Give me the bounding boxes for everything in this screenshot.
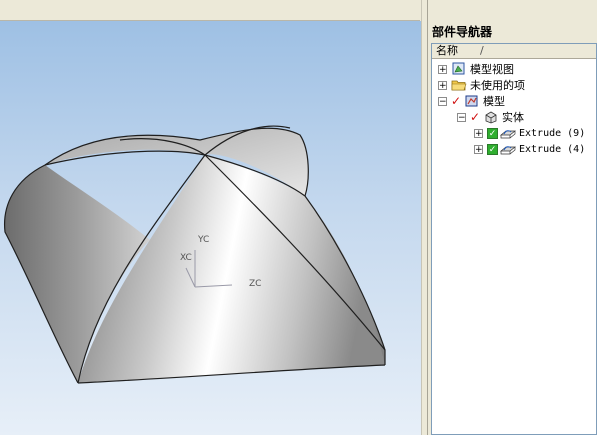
tree-item-unused-items[interactable]: + 未使用的项 [438,77,525,93]
tree-item-label: Extrude (4) [519,143,586,155]
tree-item-body[interactable]: − ✓ 实体 [457,109,524,125]
body-icon [485,111,497,124]
model-icon [465,95,478,107]
expand-icon[interactable]: + [474,144,483,154]
tree-item-model-views[interactable]: + 模型视图 [438,61,514,77]
column-name-label: 名称 [436,44,458,57]
viewport-toolbar-strip [0,0,420,21]
expand-icon[interactable]: + [438,80,447,90]
model-render: YC XC ZC [3,125,386,384]
panel-splitter[interactable] [421,0,428,435]
yc-axis-label: YC [197,235,209,245]
expand-icon[interactable]: + [474,128,483,138]
expand-icon[interactable]: + [438,64,447,74]
tree-item-label: 未使用的项 [470,79,525,92]
sort-indicator: / [480,44,484,57]
folder-icon [451,80,467,91]
tree-item-label: 模型 [483,95,505,108]
collapse-icon[interactable]: − [457,112,466,122]
checkbox-checked-icon[interactable]: ✓ [487,143,498,155]
tree-item-label: 实体 [502,111,524,124]
tree-item-extrude-9[interactable]: + ✓ Extrude (9) [474,125,585,141]
graphics-viewport[interactable]: YC XC ZC [0,21,421,435]
tree-item-label: 模型视图 [470,63,514,76]
collapse-icon[interactable]: − [438,96,447,106]
tree-item-label: Extrude (9) [519,127,586,139]
checkmark-red-icon[interactable]: ✓ [451,95,462,107]
panel-title: 部件导航器 [432,25,493,39]
model-views-icon [452,62,465,75]
column-header-name[interactable]: 名称 / [432,44,596,59]
extrude-icon [500,146,516,155]
navigator-tree[interactable]: 名称 / + 模型视图 + 未使用的项 − ✓ 模型 − ✓ 实体 + ✓ Ex… [431,43,597,435]
checkmark-red-icon[interactable]: ✓ [470,111,481,123]
part-navigator-panel: 部件导航器 名称 / + 模型视图 + 未使用的项 − ✓ 模型 − ✓ 实体 … [428,0,597,435]
extrude-icon [500,130,516,139]
xc-axis-label: XC [180,253,192,263]
checkbox-checked-icon[interactable]: ✓ [487,127,498,139]
tree-item-extrude-4[interactable]: + ✓ Extrude (4) [474,141,585,157]
tree-item-model[interactable]: − ✓ 模型 [438,93,505,109]
zc-axis-label: ZC [249,279,261,289]
